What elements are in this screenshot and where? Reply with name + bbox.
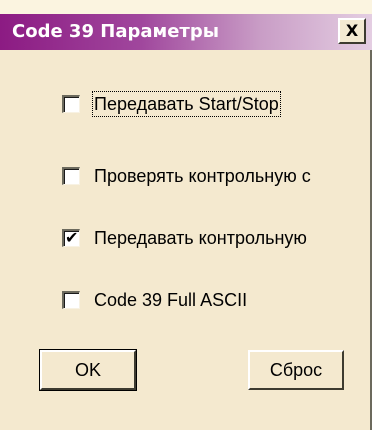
close-icon: X — [345, 21, 359, 40]
close-button[interactable]: X — [338, 18, 366, 44]
label-verify-checksum: Проверять контрольную с — [94, 166, 311, 186]
option-verify-checksum[interactable]: Проверять контрольную с — [62, 162, 311, 190]
checkbox-transmit-checksum[interactable]: ✔ — [62, 228, 80, 247]
window-top-edge — [0, 0, 372, 14]
option-transmit-checksum[interactable]: ✔ Передавать контрольную — [62, 224, 307, 252]
label-transmit-start-stop: Передавать Start/Stop — [92, 91, 281, 117]
option-full-ascii[interactable]: Code 39 Full ASCII — [62, 286, 247, 314]
checkbox-transmit-start-stop[interactable] — [62, 95, 80, 113]
checkbox-verify-checksum[interactable] — [62, 167, 80, 185]
reset-button[interactable]: Сброс — [248, 350, 344, 390]
option-transmit-start-stop[interactable]: Передавать Start/Stop — [62, 90, 281, 118]
ok-button[interactable]: OK — [39, 349, 137, 391]
window-title: Code 39 Параметры — [12, 21, 220, 42]
checkmark-icon: ✔ — [65, 228, 79, 247]
checkbox-full-ascii[interactable] — [62, 291, 80, 309]
dialog-window: Code 39 Параметры X Передавать Start/Sto… — [0, 0, 372, 430]
label-transmit-checksum: Передавать контрольную — [94, 228, 307, 248]
title-bar[interactable]: Code 39 Параметры X — [0, 14, 372, 50]
label-full-ascii: Code 39 Full ASCII — [94, 290, 248, 310]
